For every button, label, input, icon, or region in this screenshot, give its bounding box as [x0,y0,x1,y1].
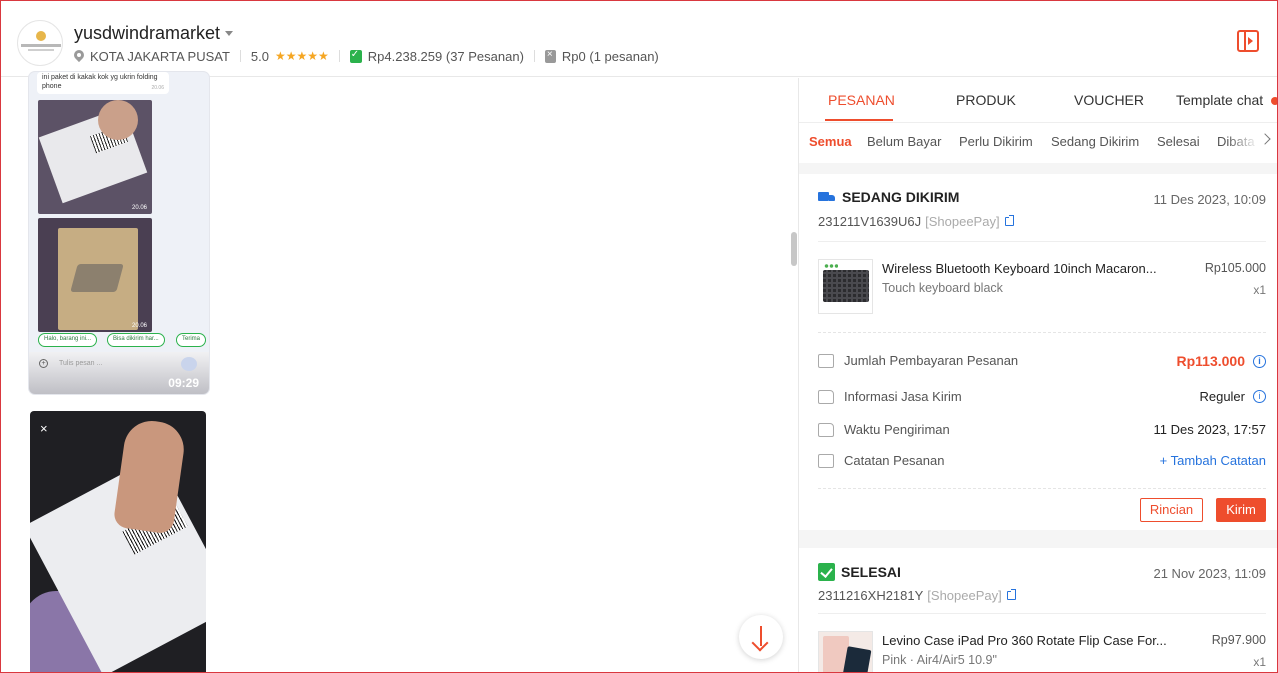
check-icon [818,563,835,581]
chevron-right-icon[interactable] [1259,133,1271,145]
product-price: Rp97.900 [1211,633,1266,647]
chat-bubble: ini paket di kakak kok yg ukrin folding … [37,72,169,94]
shop-avatar[interactable] [17,20,63,66]
order-note-row: Catatan Pesanan + Tambah Catatan [818,452,1266,472]
filter-perlu-dikirim[interactable]: Perlu Dikirim [959,134,1033,149]
product-price: Rp105.000 [1204,261,1266,275]
product-thumbnail[interactable] [818,631,873,672]
shop-rating: 5.0 [250,48,269,64]
package-photo[interactable]: 20.06 [38,100,152,214]
shop-name[interactable]: yusdwindramarket [74,23,220,44]
shop-meta: KOTA JAKARTA PUSAT 5.0 ★★★★★ Rp4.238.259… [74,48,659,64]
quick-reply-2[interactable]: Bisa dikirim har... [107,333,165,347]
chat-input-bar: + Tulis pesan ... 09:29 [29,352,209,394]
product-variant: Touch keyboard black [882,281,1003,295]
plus-icon: + [39,359,48,368]
order-detail-button[interactable]: Rincian [1140,498,1203,522]
payment-method: [ShopeePay] [927,588,1002,603]
unpaid-orders-summary: Rp0 (1 pesanan) [561,48,659,64]
order-id: 2311216XH2181Y [ShopeePay] [818,588,1016,603]
star-rating-icon: ★★★★★ [275,49,329,63]
note-icon [818,454,834,468]
chat-area: ini paket di kakak kok yg ukrin folding … [1,72,798,672]
panel-tabs: PESANAN PRODUK VOUCHER Template chat [799,78,1277,123]
shipping-info-row: Informasi Jasa Kirim Reguler i [818,388,1266,408]
paid-orders-icon [349,49,362,63]
order-panel: PESANAN PRODUK VOUCHER Template chat Sem… [798,78,1277,672]
order-card: SEDANG DIKIRIM 11 Des 2023, 10:09 231211… [799,174,1277,530]
tab-voucher[interactable]: VOUCHER [1074,92,1144,108]
paid-orders-summary: Rp4.238.259 (37 Pesanan) [367,48,524,64]
quick-reply-1[interactable]: Halo, barang ini... [38,333,98,347]
order-id: 231211V1639U6J [ShopeePay] [818,214,1014,229]
order-status: SELESAI [818,563,901,581]
collapse-panel-icon[interactable] [1237,30,1259,52]
wallet-icon [818,354,834,368]
notification-dot [1271,97,1277,105]
active-tab-indicator [825,119,893,121]
shipping-service: Reguler [1199,389,1245,404]
filter-sedang-dikirim[interactable]: Sedang Dikirim [1051,134,1139,149]
chat-screenshot-image[interactable]: ini paket di kakak kok yg ukrin folding … [29,72,209,394]
chat-scrollbar[interactable] [791,232,797,266]
chat-input-placeholder: Tulis pesan ... [59,360,103,367]
send-icon [181,357,197,371]
product-name[interactable]: Levino Case iPad Pro 360 Rotate Flip Cas… [882,633,1187,648]
info-icon[interactable]: i [1253,354,1266,368]
package-label-photo[interactable]: × [30,411,206,672]
shop-header: yusdwindramarket KOTA JAKARTA PUSAT 5.0 … [1,1,1277,77]
scroll-to-bottom-button[interactable] [739,615,783,659]
chevron-down-icon[interactable] [225,31,233,36]
order-filter-tabs: Semua Belum Bayar Perlu Dikirim Sedang D… [799,123,1277,163]
order-date: 21 Nov 2023, 11:09 [1153,566,1266,581]
unpaid-orders-icon [544,49,556,63]
location-pin-icon [74,50,84,63]
product-qty: x1 [1253,283,1266,297]
shop-location: KOTA JAKARTA PUSAT [90,48,230,64]
filter-selesai[interactable]: Selesai [1157,134,1200,149]
close-icon: × [40,421,48,436]
ship-time: 11 Des 2023, 17:57 [1153,422,1266,437]
send-order-button[interactable]: Kirim [1216,498,1266,522]
payment-total-row: Jumlah Pembayaran Pesanan Rp113.000 i [818,352,1266,372]
filter-belum-bayar[interactable]: Belum Bayar [867,134,941,149]
ship-time-row: Waktu Pengiriman 11 Des 2023, 17:57 [818,421,1266,441]
filter-semua[interactable]: Semua [809,134,852,149]
external-link-icon[interactable] [1004,215,1014,226]
tab-produk[interactable]: PRODUK [956,92,1016,108]
add-note-link[interactable]: + Tambah Catatan [1160,453,1266,468]
external-link-icon[interactable] [1006,589,1016,600]
product-variant: Pink · Air4/Air5 10.9" [882,653,997,667]
product-thumbnail[interactable] [818,259,873,314]
tab-pesanan[interactable]: PESANAN [828,92,895,108]
order-date: 11 Des 2023, 10:09 [1153,192,1266,207]
app-window: yusdwindramarket KOTA JAKARTA PUSAT 5.0 … [0,0,1278,673]
tab-template-chat[interactable]: Template chat [1176,92,1263,108]
product-box-photo[interactable]: 20.06 [38,218,152,332]
payment-total: Rp113.000 [1176,353,1246,369]
order-status: SEDANG DIKIRIM [818,189,959,205]
shipping-truck-icon [818,390,834,404]
payment-method: [ShopeePay] [925,214,1000,229]
order-card: SELESAI 21 Nov 2023, 11:09 2311216XH2181… [799,548,1277,672]
truck-icon [818,191,836,204]
product-qty: x1 [1253,655,1266,669]
delivery-time-icon [818,423,834,437]
info-icon[interactable]: i [1253,390,1266,403]
quick-reply-3[interactable]: Terima [176,333,207,347]
status-time: 09:29 [168,376,199,390]
product-name[interactable]: Wireless Bluetooth Keyboard 10inch Macar… [882,261,1187,276]
